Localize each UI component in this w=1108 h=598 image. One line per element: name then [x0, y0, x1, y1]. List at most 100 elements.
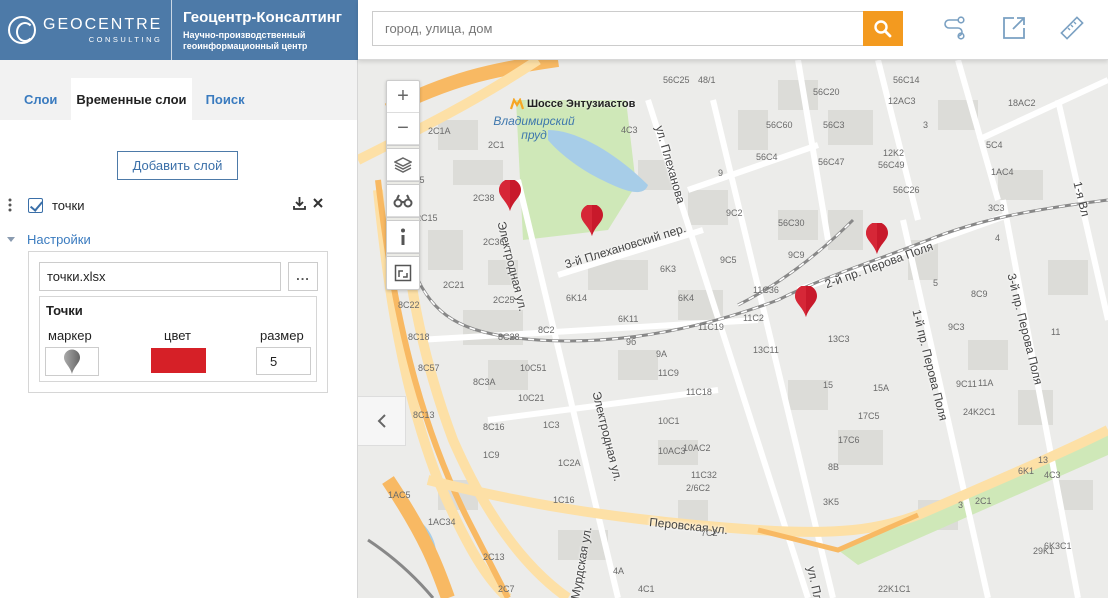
marker-size-input[interactable] [256, 347, 311, 375]
zoom-in-button[interactable]: + [387, 81, 419, 113]
address-search-input[interactable] [372, 11, 864, 46]
layer-visibility-checkbox[interactable] [28, 197, 43, 213]
binoculars-icon [393, 194, 413, 207]
route-button[interactable] [940, 14, 968, 42]
area-select-button[interactable] [387, 257, 419, 289]
house-number-label: 3 [958, 500, 964, 510]
house-number-label: 13C3 [828, 334, 850, 344]
house-number-label: 10C1 [658, 416, 680, 426]
caret-down-icon [7, 237, 15, 242]
layers-icon [394, 156, 412, 173]
external-link-icon [1003, 17, 1025, 39]
house-number-label: 12AC3 [888, 96, 916, 106]
house-number-label: 56C4 [756, 152, 778, 162]
house-number-label: 56C49 [878, 160, 905, 170]
house-number-label: 56C26 [893, 185, 920, 195]
house-number-label: 1AC4 [991, 167, 1014, 177]
zoom-out-button[interactable]: − [387, 113, 419, 145]
size-label: размер [260, 328, 304, 343]
company-desc-line1: Научно-производственный [183, 29, 306, 40]
house-number-label: 9C11 [956, 379, 977, 389]
house-number-label: 13 [1038, 455, 1049, 465]
house-number-label: 48/1 [698, 75, 716, 85]
house-number-label: 8C28 [498, 332, 520, 342]
collapse-sidebar-button[interactable] [358, 396, 406, 446]
house-number-label: 6K4 [678, 293, 695, 303]
company-name: Геоцентр-Консалтинг [183, 8, 343, 26]
settings-panel: ... Точки маркер цвет размер [28, 251, 328, 393]
tab-layers[interactable]: Слои [10, 78, 71, 120]
remove-layer-icon[interactable] [312, 197, 324, 212]
logo-icon [8, 16, 36, 44]
tab-search[interactable]: Поиск [192, 78, 259, 120]
house-number-label: 11A [978, 378, 994, 388]
drag-handle-icon[interactable] [0, 198, 20, 212]
company-logo[interactable]: GEOCENTRE CONSULTING [0, 0, 172, 60]
house-number-label: 9б [626, 337, 637, 347]
house-number-label: 56C14 [893, 75, 920, 85]
file-name-field[interactable] [39, 262, 281, 291]
metro-name: Шоссе Энтузиастов [527, 98, 636, 110]
marker-select[interactable] [45, 347, 99, 376]
house-number-label: 8C9 [971, 289, 988, 299]
house-number-label: 11C36 [753, 285, 779, 295]
house-number-label: 1AC34 [428, 517, 456, 527]
open-external-button[interactable] [1000, 14, 1028, 42]
house-number-label: 2C21 [443, 280, 465, 290]
map-point-marker[interactable] [794, 286, 818, 318]
map-point-marker[interactable] [580, 205, 604, 237]
house-number-label: 17C6 [838, 435, 860, 445]
map-view[interactable]: Электродная ул. Электродная ул. 3-й Плех… [358, 60, 1108, 598]
house-number-label: 8C13 [413, 410, 435, 420]
measure-button[interactable] [1058, 14, 1086, 42]
house-number-label: 3C3 [988, 203, 1005, 213]
house-number-label: 11C9 [658, 368, 679, 378]
house-number-label: 15A [873, 383, 890, 393]
settings-toggle[interactable]: Настройки [0, 232, 91, 247]
map-point-marker[interactable] [865, 223, 889, 255]
brand-header: GEOCENTRE CONSULTING Геоцентр-Консалтинг… [0, 0, 358, 60]
info-button[interactable] [387, 221, 419, 253]
house-number-label: 6K1 [1018, 466, 1035, 476]
house-number-label: 2C25 [493, 295, 515, 305]
house-number-label: 9C2 [726, 208, 743, 218]
map-point-marker[interactable] [498, 180, 522, 212]
house-number-label: 2C38 [473, 193, 495, 203]
house-number-label: 11 [1051, 327, 1061, 337]
house-number-label: 5 [933, 278, 939, 288]
search-button[interactable] [863, 11, 903, 46]
house-number-label: 8B [828, 462, 840, 472]
house-number-label: 4C1 [638, 584, 655, 594]
metro-station[interactable]: Шоссе Энтузиастов [510, 98, 635, 110]
info-icon [401, 228, 405, 245]
ruler-icon [1060, 16, 1084, 40]
color-picker[interactable] [151, 348, 206, 373]
house-number-label: 1C9 [483, 450, 500, 460]
house-number-label: 15 [823, 380, 834, 390]
house-number-label: 22K1C1 [878, 584, 911, 594]
house-number-label: 3K5 [823, 497, 840, 507]
house-number-label: 11C2 [743, 313, 764, 323]
house-number-label: 9C5 [720, 255, 737, 265]
top-toolbar [358, 0, 1108, 60]
tab-temporary-layers[interactable]: Временные слои [71, 78, 192, 120]
browse-file-button[interactable]: ... [288, 262, 318, 291]
house-number-label: 10C51 [520, 363, 547, 373]
settings-label: Настройки [27, 232, 91, 247]
add-layer-button[interactable]: Добавить слой [117, 151, 238, 180]
layers-button[interactable] [387, 149, 419, 181]
binoculars-button[interactable] [387, 185, 419, 217]
company-desc-line2: геоинформационный центр [183, 40, 308, 51]
house-number-label: 2C13 [483, 552, 505, 562]
house-number-label: 8C57 [418, 363, 440, 373]
house-number-label: 8C18 [408, 332, 430, 342]
sidebar-tabs: Слои Временные слои Поиск [0, 60, 357, 120]
style-title: Точки [46, 303, 83, 318]
house-number-label: 13C11 [753, 345, 779, 355]
house-number-label: 11C19 [698, 322, 724, 332]
download-icon[interactable] [293, 196, 306, 213]
house-number-label: 56C25 [663, 75, 690, 85]
house-number-label: 1C2A [558, 458, 581, 468]
house-number-label: 56C47 [818, 157, 845, 167]
metro-icon [510, 98, 524, 110]
